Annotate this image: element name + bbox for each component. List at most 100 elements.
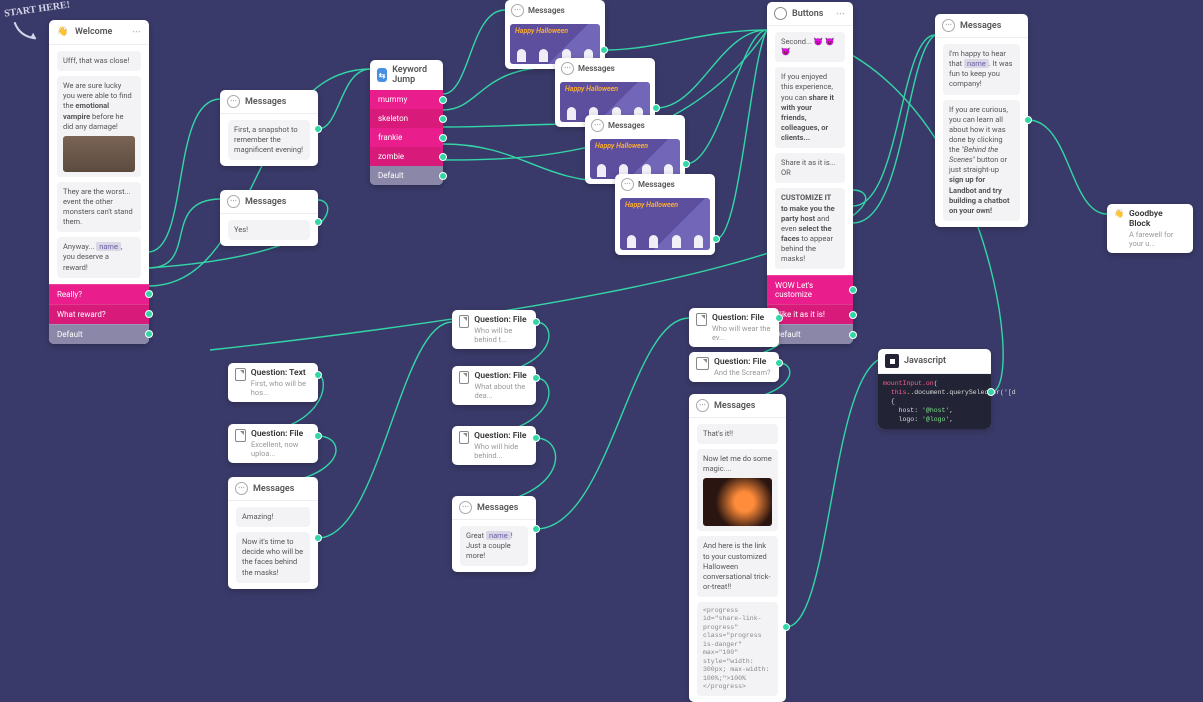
output-port[interactable]	[775, 359, 783, 367]
option-customize[interactable]: WOW Let's customize	[767, 275, 853, 304]
question-file-node[interactable]: Question: FileWho will be behind t...	[452, 310, 536, 349]
chat-icon	[561, 62, 574, 75]
output-port[interactable]	[652, 104, 660, 112]
messages-node[interactable]: Messages Yes!	[220, 190, 318, 246]
message-block: They are the worst... event the other mo…	[57, 182, 141, 233]
message-block: First, a snapshot to remember the magnif…	[228, 120, 310, 160]
question-text-node[interactable]: Question: Text First, who will be hos...	[228, 363, 318, 402]
messages-node[interactable]: Messages First, a snapshot to remember t…	[220, 90, 318, 166]
flow-canvas[interactable]: START HERE! 👋 Welcome ⋯ Ufff, that was c…	[0, 0, 1203, 684]
keyword-row[interactable]: frankie	[370, 128, 443, 147]
output-port[interactable]	[1024, 116, 1032, 124]
file-icon	[235, 429, 246, 442]
output-port[interactable]	[682, 160, 690, 168]
keyword-row[interactable]: zombie	[370, 147, 443, 166]
chat-icon	[227, 195, 240, 208]
messages-node[interactable]: Messages Amazing! Now it's time to decid…	[228, 477, 318, 589]
option-default[interactable]: Default	[767, 324, 853, 344]
halloween-image: Happy Halloween	[590, 139, 680, 179]
output-port[interactable]	[314, 432, 322, 440]
chat-icon	[621, 178, 634, 191]
wave-icon: 👋	[1114, 209, 1124, 218]
code-block: <progress id="share-link-progress" class…	[697, 602, 778, 696]
javascript-node[interactable]: Javascript mountInput.on( this..document…	[878, 349, 991, 429]
message-block: Now let me do some magic....	[697, 449, 778, 531]
chat-icon	[696, 399, 709, 412]
image-placeholder	[63, 136, 135, 172]
output-port[interactable]	[532, 434, 540, 442]
message-block: If you are curious, you can learn all ab…	[943, 100, 1020, 221]
chat-icon	[591, 119, 604, 132]
keyword-jump-icon: ⇆	[377, 68, 387, 82]
output-port[interactable]	[314, 534, 322, 542]
option-really[interactable]: Really?	[49, 284, 149, 304]
message-block: Second... 😈 😈 😈	[775, 32, 845, 62]
message-block: CUSTOMIZE IT to make you the party host …	[775, 188, 845, 269]
output-port[interactable]	[532, 374, 540, 382]
question-file-node[interactable]: Question: FileWho will hide behind...	[452, 426, 536, 465]
message-block: Ufff, that was close!	[57, 51, 141, 71]
chat-icon	[942, 19, 955, 32]
output-port[interactable]	[532, 525, 540, 533]
messages-node[interactable]: Messages I'm happy to hear that name. It…	[935, 14, 1028, 227]
output-port[interactable]	[314, 371, 322, 379]
option-default[interactable]: Default	[49, 324, 149, 344]
output-port[interactable]	[987, 388, 995, 396]
goodbye-node[interactable]: 👋 Goodbye Block A farewell for your u...	[1107, 204, 1193, 253]
question-file-node[interactable]: Question: File Excellent, now uploa...	[228, 424, 318, 463]
option-what-reward[interactable]: What reward?	[49, 304, 149, 324]
code-icon	[885, 354, 899, 368]
output-port[interactable]	[782, 623, 790, 631]
file-icon	[696, 313, 707, 326]
output-port[interactable]	[775, 314, 783, 322]
chat-icon	[235, 482, 248, 495]
start-here-label: START HERE!	[4, 0, 71, 20]
message-block: I'm happy to hear that name. It was fun …	[943, 44, 1020, 95]
message-block: That's it!!	[697, 424, 778, 444]
message-block: We are sure lucky you were able to find …	[57, 76, 141, 177]
node-title: Welcome	[75, 27, 112, 37]
node-subtitle: A farewell for your u...	[1129, 230, 1186, 248]
code-preview: mountInput.on( this..document.querySelec…	[878, 374, 991, 429]
buttons-icon	[774, 7, 787, 20]
message-block: If you enjoyed this experience, you can …	[775, 67, 845, 148]
messages-node[interactable]: Messages Great name! Just a couple more!	[452, 496, 536, 572]
keyword-jump-node[interactable]: ⇆Keyword Jump mummy skeleton frankie zom…	[370, 60, 443, 185]
message-block: And here is the link to your customized …	[697, 536, 778, 597]
file-icon	[459, 371, 469, 384]
question-file-node[interactable]: Question: FileWho will wear the ev...	[689, 308, 779, 347]
output-port[interactable]	[314, 125, 322, 133]
message-block: Yes!	[228, 220, 310, 240]
output-port[interactable]	[712, 235, 720, 243]
keyword-row[interactable]: mummy	[370, 90, 443, 109]
buttons-node[interactable]: Buttons⋯ Second... 😈 😈 😈 If you enjoyed …	[767, 2, 853, 344]
message-block: Anyway... name, you deserve a reward!	[57, 237, 141, 277]
wave-icon: 👋	[56, 25, 70, 39]
chat-icon	[459, 501, 472, 514]
file-icon	[235, 368, 246, 381]
chat-icon	[511, 4, 524, 17]
more-icon[interactable]: ⋯	[836, 9, 846, 19]
question-file-node[interactable]: Question: FileAnd the Scream?	[689, 352, 779, 382]
keyword-row[interactable]: skeleton	[370, 109, 443, 128]
output-port[interactable]	[532, 318, 540, 326]
node-title: Goodbye Block	[1129, 209, 1186, 229]
file-icon	[459, 431, 469, 444]
halloween-image: Happy Halloween	[620, 198, 710, 250]
message-block: Amazing!	[236, 507, 310, 527]
file-icon	[696, 357, 709, 370]
message-block: Now it's time to decide who will be the …	[236, 532, 310, 583]
chat-icon	[227, 95, 240, 108]
output-port[interactable]	[314, 218, 322, 226]
message-block: Share it as it is... OR	[775, 153, 845, 183]
question-file-node[interactable]: Question: FileWhat about the dea...	[452, 366, 536, 405]
file-icon	[459, 315, 469, 328]
output-port[interactable]	[600, 46, 608, 54]
more-icon[interactable]: ⋯	[132, 27, 142, 37]
keyword-row-default[interactable]: Default	[370, 166, 443, 185]
message-block: Great name! Just a couple more!	[460, 526, 528, 566]
welcome-node[interactable]: 👋 Welcome ⋯ Ufff, that was close! We are…	[49, 20, 149, 344]
magic-image	[703, 478, 772, 526]
messages-node[interactable]: Messages That's it!! Now let me do some …	[689, 394, 786, 702]
messages-node[interactable]: Messages Happy Halloween	[615, 174, 715, 255]
